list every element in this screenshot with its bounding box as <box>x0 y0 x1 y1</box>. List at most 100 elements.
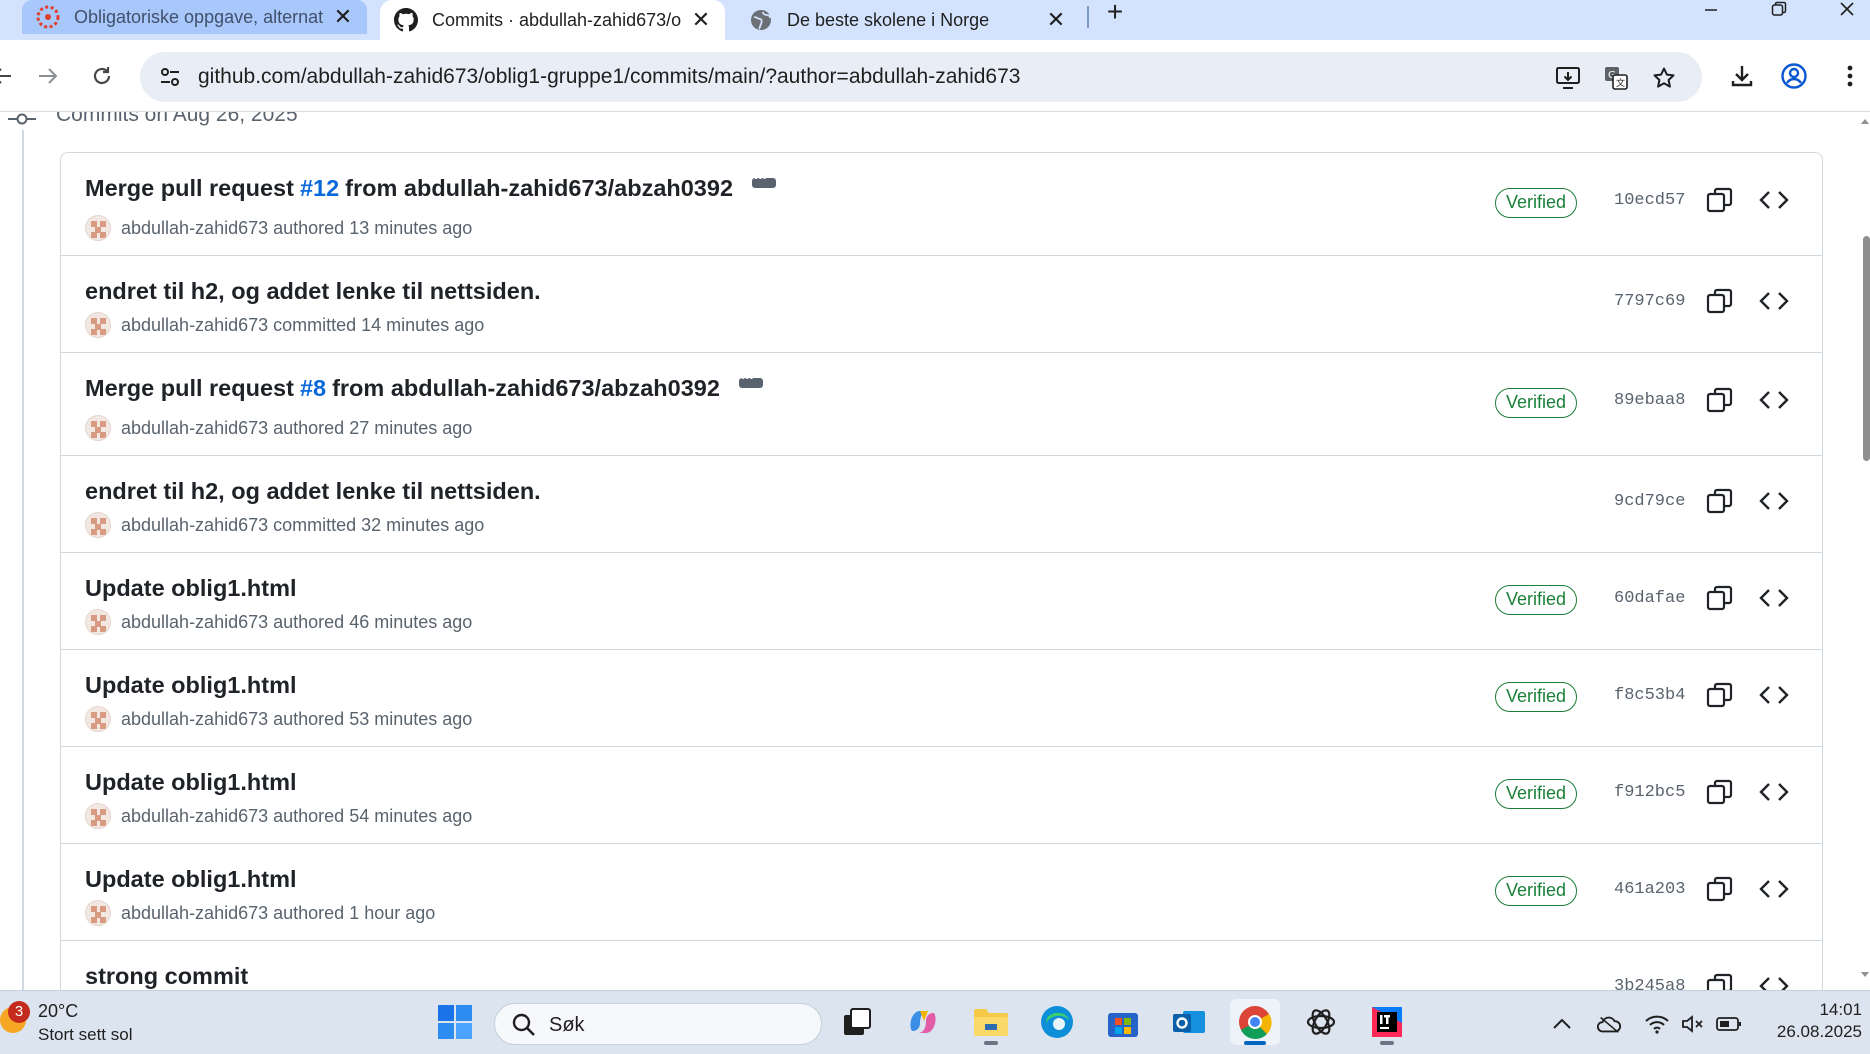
commit-title[interactable]: Update oblig1.html <box>85 672 297 699</box>
avatar[interactable] <box>85 706 111 732</box>
install-app-icon[interactable] <box>1554 64 1582 92</box>
restore-button[interactable] <box>1754 0 1804 28</box>
copilot-button[interactable] <box>898 999 948 1045</box>
file-explorer-button[interactable] <box>966 999 1016 1045</box>
avatar[interactable] <box>85 609 111 635</box>
chatgpt-button[interactable] <box>1296 999 1346 1045</box>
url-text[interactable]: github.com/abdullah-zahid673/oblig1-grup… <box>198 65 1020 89</box>
close-window-button[interactable] <box>1822 0 1870 28</box>
browse-code-icon[interactable] <box>1757 486 1791 516</box>
intellij-button[interactable] <box>1362 999 1412 1045</box>
copy-icon[interactable] <box>1705 286 1735 316</box>
copy-icon[interactable] <box>1705 971 1735 990</box>
commit-sha[interactable]: 89ebaa8 <box>1614 391 1685 410</box>
microsoft-store-button[interactable] <box>1098 999 1148 1045</box>
commit-title[interactable]: Merge pull request #8 from abdullah-zahi… <box>85 369 768 402</box>
commit-sha[interactable]: 10ecd57 <box>1614 191 1685 210</box>
verified-badge[interactable]: Verified <box>1495 388 1578 418</box>
reload-button[interactable] <box>84 58 120 94</box>
chrome-button[interactable] <box>1230 999 1280 1045</box>
commit-title-text[interactable]: Merge pull request <box>85 175 294 202</box>
verified-badge[interactable]: Verified <box>1495 585 1578 615</box>
browse-code-icon[interactable] <box>1757 971 1791 990</box>
expand-message-button[interactable] <box>733 369 768 396</box>
commit-sha[interactable]: 60dafae <box>1614 589 1685 608</box>
author-link[interactable]: abdullah-zahid673 <box>121 709 268 730</box>
commit-title[interactable]: Update oblig1.html <box>85 769 297 796</box>
outlook-button[interactable] <box>1164 999 1214 1045</box>
browse-code-icon[interactable] <box>1757 286 1791 316</box>
tab-commits[interactable]: Commits · abdullah-zahid673/o ✕ <box>380 0 725 40</box>
commit-title-text[interactable]: Merge pull request <box>85 375 294 402</box>
volume-muted-icon[interactable] <box>1680 1011 1706 1037</box>
start-button[interactable] <box>430 999 480 1045</box>
commit-sha[interactable]: 3b245a8 <box>1614 977 1685 990</box>
avatar[interactable] <box>85 900 111 926</box>
commit-title[interactable]: Merge pull request #12 from abdullah-zah… <box>85 169 782 202</box>
taskbar-search[interactable]: Søk <box>494 1003 822 1045</box>
menu-kebab-icon[interactable] <box>1832 58 1868 94</box>
avatar[interactable] <box>85 215 111 241</box>
site-info-icon[interactable] <box>158 65 182 89</box>
avatar[interactable] <box>85 512 111 538</box>
tab-canvas[interactable]: Obligatoriske oppgave, alternat ✕ <box>22 0 367 34</box>
commit-sha[interactable]: 461a203 <box>1614 880 1685 899</box>
browse-code-icon[interactable] <box>1757 583 1791 613</box>
commit-title[interactable]: endret til h2, og addet lenke til nettsi… <box>85 278 541 305</box>
verified-badge[interactable]: Verified <box>1495 876 1578 906</box>
verified-badge[interactable]: Verified <box>1495 188 1578 218</box>
bookmark-star-icon[interactable] <box>1650 64 1678 92</box>
browse-code-icon[interactable] <box>1757 874 1791 904</box>
copy-icon[interactable] <box>1705 185 1735 215</box>
avatar[interactable] <box>85 803 111 829</box>
scroll-up-icon[interactable] <box>1860 116 1870 126</box>
verified-badge[interactable]: Verified <box>1495 779 1578 809</box>
copy-icon[interactable] <box>1705 680 1735 710</box>
downloads-icon[interactable] <box>1724 58 1760 94</box>
tab-skoler[interactable]: De beste skolene i Norge ✕ <box>735 0 1080 40</box>
copy-icon[interactable] <box>1705 486 1735 516</box>
edge-button[interactable] <box>1032 999 1082 1045</box>
copy-icon[interactable] <box>1705 874 1735 904</box>
task-view-button[interactable] <box>832 999 882 1045</box>
commit-title-text[interactable]: from abdullah-zahid673/abzah0392 <box>332 375 720 402</box>
commit-sha[interactable]: 9cd79ce <box>1614 492 1685 511</box>
battery-icon[interactable] <box>1716 1011 1742 1037</box>
commit-title[interactable]: strong commit <box>85 963 248 990</box>
copy-icon[interactable] <box>1705 583 1735 613</box>
minimize-button[interactable] <box>1686 0 1736 28</box>
copy-icon[interactable] <box>1705 777 1735 807</box>
scroll-down-icon[interactable] <box>1860 970 1870 980</box>
commit-sha[interactable]: 7797c69 <box>1614 292 1685 311</box>
avatar[interactable] <box>85 312 111 338</box>
browse-code-icon[interactable] <box>1757 185 1791 215</box>
browse-code-icon[interactable] <box>1757 777 1791 807</box>
verified-badge[interactable]: Verified <box>1495 682 1578 712</box>
address-bar[interactable]: github.com/abdullah-zahid673/oblig1-grup… <box>140 52 1702 102</box>
wifi-icon[interactable] <box>1644 1011 1670 1037</box>
onedrive-icon[interactable] <box>1596 1011 1622 1037</box>
pr-link[interactable]: #12 <box>300 175 339 202</box>
close-icon[interactable]: ✕ <box>1042 6 1070 34</box>
browse-code-icon[interactable] <box>1757 385 1791 415</box>
profile-icon[interactable] <box>1776 58 1812 94</box>
taskbar-clock[interactable]: 14:01 26.08.2025 <box>1757 999 1862 1043</box>
scroll-thumb[interactable] <box>1863 236 1870 461</box>
avatar[interactable] <box>85 415 111 441</box>
author-link[interactable]: abdullah-zahid673 <box>121 418 268 439</box>
commit-title[interactable]: Update oblig1.html <box>85 866 297 893</box>
author-link[interactable]: abdullah-zahid673 <box>121 315 268 336</box>
close-icon[interactable]: ✕ <box>329 3 357 31</box>
new-tab-button[interactable]: + <box>1100 0 1130 28</box>
author-link[interactable]: abdullah-zahid673 <box>121 218 268 239</box>
close-icon[interactable]: ✕ <box>687 6 715 34</box>
commit-title-text[interactable]: from abdullah-zahid673/abzah0392 <box>345 175 733 202</box>
commit-sha[interactable]: f8c53b4 <box>1614 686 1685 705</box>
browse-code-icon[interactable] <box>1757 680 1791 710</box>
commit-title[interactable]: Update oblig1.html <box>85 575 297 602</box>
pr-link[interactable]: #8 <box>300 375 326 402</box>
back-button[interactable] <box>0 58 20 94</box>
weather-widget[interactable]: 3 20°C Stort sett sol <box>0 997 180 1049</box>
author-link[interactable]: abdullah-zahid673 <box>121 806 268 827</box>
author-link[interactable]: abdullah-zahid673 <box>121 515 268 536</box>
